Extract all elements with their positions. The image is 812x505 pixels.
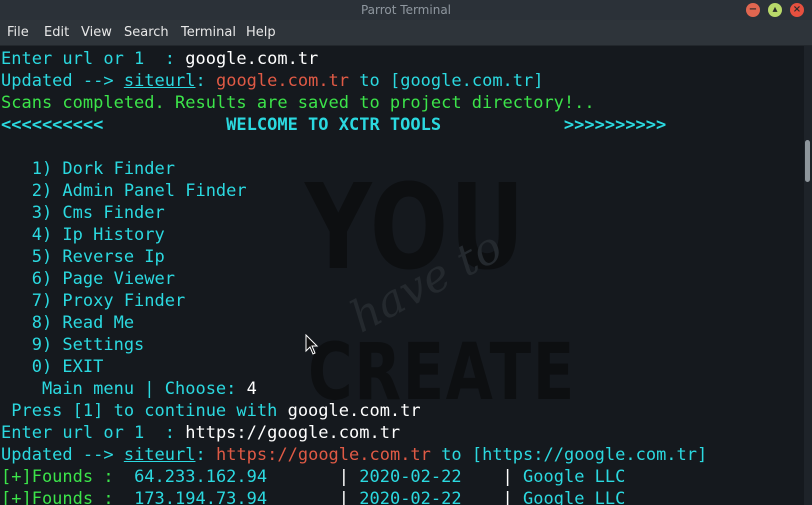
terminal-line: Scans completed. Results are saved to pr…	[1, 92, 707, 114]
terminal-line: 8) Read Me	[1, 312, 707, 334]
menu-file[interactable]: File	[7, 20, 29, 45]
terminal-text-segment: to [google.com.tr]	[349, 71, 544, 91]
menu-help[interactable]: Help	[246, 20, 276, 45]
terminal-text-segment: 2020-02-22	[359, 489, 462, 505]
terminal-text-segment: siteurl	[123, 445, 196, 465]
terminal-text-segment: |	[267, 467, 360, 487]
terminal-line: Updated --> siteurl: google.com.tr to [g…	[1, 70, 707, 92]
terminal-text-segment: |	[267, 489, 360, 505]
terminal-text-segment: Google LLC	[523, 489, 626, 505]
terminal-text-segment: google.com.tr	[185, 49, 319, 69]
terminal-text-segment: 7) Proxy Finder	[1, 291, 186, 311]
terminal-text-segment: 1) Dork Finder	[1, 159, 175, 179]
terminal-line: Main menu | Choose: 4	[1, 378, 707, 400]
terminal-text-segment: 2) Admin Panel Finder	[1, 181, 247, 201]
terminal-text-segment: Enter url or 1 :	[1, 49, 186, 69]
terminal-text-segment: 8) Read Me	[1, 313, 135, 333]
terminal-text-segment: Updated -->	[1, 71, 124, 91]
terminal-text-segment: <<<<<<<<<< WELCOME TO XCTR TOOLS >>>>>>>…	[1, 115, 667, 135]
terminal-line: <<<<<<<<<< WELCOME TO XCTR TOOLS >>>>>>>…	[1, 114, 707, 136]
terminal-text-segment: 0) EXIT	[1, 357, 104, 377]
terminal-text-segment: Google LLC	[523, 467, 626, 487]
terminal-text-segment: 3) Cms Finder	[1, 203, 165, 223]
scrollbar-track[interactable]	[804, 46, 812, 505]
close-icon: ×	[792, 4, 802, 15]
terminal-text-segment: google.com.tr	[287, 401, 421, 421]
terminal-line: 6) Page Viewer	[1, 268, 707, 290]
terminal-line: 0) EXIT	[1, 356, 707, 378]
scrollbar-thumb[interactable]	[805, 140, 810, 182]
terminal-text-segment: 5) Reverse Ip	[1, 247, 165, 267]
menu-view[interactable]: View	[81, 20, 112, 45]
terminal-text-segment: Main menu | Choose:	[1, 379, 247, 399]
terminal-line: 2) Admin Panel Finder	[1, 180, 707, 202]
terminal-text-segment: 4) Ip History	[1, 225, 165, 245]
terminal-text-segment: Press [1] to continue with	[1, 401, 288, 421]
terminal-line: 9) Settings	[1, 334, 707, 356]
title-bar[interactable]: Parrot Terminal − ▴ ×	[0, 0, 812, 20]
terminal-text-segment: https://google.com.tr	[185, 423, 401, 443]
terminal-text-segment: [+]Founds :	[1, 489, 135, 505]
terminal-text-segment: 4	[246, 379, 257, 399]
close-button[interactable]: ×	[790, 3, 804, 17]
terminal-line: 4) Ip History	[1, 224, 707, 246]
terminal-text-segment: 64.233.162.94	[134, 467, 268, 487]
terminal-line: Enter url or 1 : https://google.com.tr	[1, 422, 707, 444]
terminal-line: Updated --> siteurl: https://google.com.…	[1, 444, 707, 466]
terminal-text-segment: google.com.tr	[215, 71, 350, 91]
minimize-button[interactable]: −	[746, 3, 760, 17]
terminal-line: Press [1] to continue with google.com.tr	[1, 400, 707, 422]
maximize-button[interactable]: ▴	[768, 3, 782, 17]
terminal-text-segment: Enter url or 1 :	[1, 423, 186, 443]
terminal-text-segment: 2020-02-22	[359, 467, 462, 487]
terminal-line: 5) Reverse Ip	[1, 246, 707, 268]
terminal-lines: Enter url or 1 : google.com.tr Updated --…	[1, 48, 707, 505]
window-title: Parrot Terminal	[360, 3, 452, 17]
terminal-line: Enter url or 1 : google.com.tr	[1, 48, 707, 70]
terminal-text-segment: siteurl	[123, 71, 196, 91]
menu-terminal[interactable]: Terminal	[181, 20, 236, 45]
terminal-text-segment: 173.194.73.94	[134, 489, 268, 505]
terminal-text-segment: 9) Settings	[1, 335, 145, 355]
terminal-line	[1, 136, 707, 158]
terminal-text-segment: to [https://google.com.tr]	[430, 445, 708, 465]
terminal-text-segment: 6) Page Viewer	[1, 269, 175, 289]
terminal-output[interactable]: YOU have to CREATE Enter url or 1 : goog…	[0, 46, 804, 505]
terminal-window: Parrot Terminal − ▴ × File Edit View Sea…	[0, 0, 812, 505]
terminal-text-segment: Scans completed. Results are saved to pr…	[1, 93, 595, 113]
mouse-pointer-icon	[305, 334, 319, 355]
terminal-line: 1) Dork Finder	[1, 158, 707, 180]
terminal-text-segment: |	[461, 467, 524, 487]
terminal-text-segment: :	[195, 71, 216, 91]
menu-edit[interactable]: Edit	[44, 20, 69, 45]
terminal-text-segment: |	[461, 489, 524, 505]
terminal-line: 3) Cms Finder	[1, 202, 707, 224]
terminal-text-segment: Updated -->	[1, 445, 124, 465]
menu-search[interactable]: Search	[124, 20, 169, 45]
menu-bar: File Edit View Search Terminal Help	[0, 20, 812, 46]
terminal-text-segment: :	[195, 445, 216, 465]
terminal-line: [+]Founds : 173.194.73.94 | 2020-02-22 |…	[1, 488, 707, 505]
terminal-line: [+]Founds : 64.233.162.94 | 2020-02-22 |…	[1, 466, 707, 488]
terminal-line: 7) Proxy Finder	[1, 290, 707, 312]
maximize-icon: ▴	[772, 4, 778, 15]
terminal-text-segment: https://google.com.tr	[215, 445, 431, 465]
terminal-text-segment: [+]Founds :	[1, 467, 135, 487]
minimize-icon: −	[748, 4, 758, 15]
